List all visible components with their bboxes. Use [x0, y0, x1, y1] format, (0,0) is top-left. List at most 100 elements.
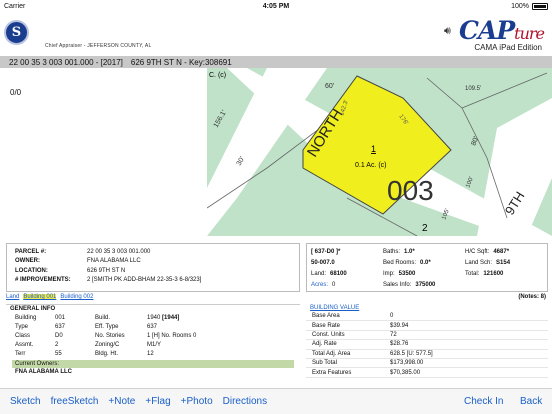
add-photo-button[interactable]: +Photo [181, 396, 213, 407]
parcel-row: LOCATION: 626 9TH ST N [15, 266, 291, 276]
parcel-row: PARCEL #: 22 00 35 3 003 001.000 [15, 247, 291, 257]
tab-building-001[interactable]: Building 001 [23, 294, 57, 300]
eff-year: [1944] [162, 314, 180, 321]
general-info-panel: GENERAL INFO Building 001 Build. 1940 [1944… [6, 304, 300, 388]
address-key-label: 626 9TH ST N - Key:308691 [130, 57, 232, 67]
speaker-icon[interactable]: 🔊︎ [444, 25, 456, 37]
general-cell: Build. [95, 314, 111, 321]
zone-value: 50-007.0 [311, 259, 335, 266]
build-year: 1940 [147, 314, 161, 321]
block-label: 003 [387, 175, 434, 206]
parcel-row-key: OWNER: [15, 258, 40, 265]
acres-value: 0 [332, 281, 336, 288]
parcel-summary: PARCEL #: 22 00 35 3 003 001.000 OWNER: FN… [6, 243, 300, 292]
parcel-details: PARCEL #: 22 00 35 3 003 001.000 OWNER: FN… [0, 240, 552, 388]
building-row: Const. Units 72 [306, 331, 548, 341]
parcel-title-bar: 22 00 35 3 003 001.000 - [2017] 626 9TH … [0, 56, 552, 68]
logo-letter: S [11, 25, 22, 40]
parcel-row-key: LOCATION: [15, 267, 48, 274]
baths-label: Baths: [383, 248, 401, 255]
hc-label: H/C Sqft: [465, 248, 490, 255]
parcel-row-value: 626 9TH ST N [87, 267, 126, 274]
building-row: Extra Features $70,385.00 [306, 368, 548, 378]
building-row: Base Rate $39.94 [306, 321, 548, 331]
total-value: 121600 [483, 270, 504, 277]
general-cell: D0 [55, 332, 63, 339]
general-value: 12 [147, 351, 154, 358]
parcel-row-value: 2 [SMITH PK ADD-BHAM 22-35-3 6-8/323] [87, 277, 202, 284]
notes-count[interactable]: (Notes: 8) [518, 294, 546, 300]
current-owners-header: Current Owners: [12, 359, 294, 368]
battery-icon [532, 2, 548, 10]
tab-building-002[interactable]: Building 002 [60, 294, 93, 300]
parcel-map[interactable]: C. (c) NORTH 9TH 003 1 0.1 Ac. (c) 2 156… [207, 68, 552, 236]
freesketch-button[interactable]: freeSketch [51, 396, 99, 407]
acreage-label: 0.1 Ac. (c) [355, 162, 387, 169]
building-value-panel: BUILDING VALUE Base Area 0 Base Rate $39.9… [306, 304, 548, 388]
general-cell: Class [15, 332, 31, 339]
bottom-toolbar: Sketch freeSketch +Note +Flag +Photo Dir… [0, 388, 552, 414]
general-value: 1 [H] No. Rooms 0 [147, 332, 197, 339]
general-cell: 2 [55, 342, 59, 349]
parcel-year-label: 22 00 35 3 003 001.000 - [2017] [9, 57, 123, 67]
building-row-label: Extra Features [312, 369, 352, 376]
parcel-row-key: PARCEL #: [15, 248, 47, 255]
carrier-label: Carrier [4, 2, 26, 10]
imp-label: Imp: [383, 270, 395, 277]
sales-info-field[interactable]: Sales Info: 375000 [383, 280, 465, 289]
building-row-label: Sub Total [312, 360, 337, 367]
sch-label: Land Sch: [465, 259, 493, 266]
map-canvas[interactable]: C. (c) NORTH 9TH 003 1 0.1 Ac. (c) 2 156… [207, 68, 552, 236]
owner-name: FNA ALABAMA LLC [15, 369, 72, 376]
county-seal-icon[interactable]: S [4, 20, 29, 45]
general-cell: 55 [55, 351, 62, 358]
general-value: M1/Y [147, 342, 162, 349]
building-value-title[interactable]: BUILDING VALUE [306, 304, 548, 312]
status-bar: Carrier 4:05 PM 100% [0, 0, 552, 12]
sales-label: Sales Info: [383, 281, 412, 288]
general-info-title: GENERAL INFO [10, 306, 56, 312]
total-label: Total: [465, 270, 480, 277]
back-button[interactable]: Back [520, 396, 542, 407]
brand-wordmark: CAPture [459, 16, 545, 45]
general-cell: Bldg. Ht. [95, 351, 119, 358]
brand-script: ture [514, 24, 545, 43]
lot-label: 1 [371, 144, 376, 154]
general-value: 1940 [1944] [147, 315, 300, 321]
sales-value: 375000 [415, 281, 436, 288]
general-cell: Zoning/C [95, 342, 120, 349]
add-flag-button[interactable]: +Flag [145, 396, 170, 407]
dimension-label: 80' [470, 136, 480, 147]
tab-land[interactable]: Land [6, 294, 19, 300]
land-value-field: Land: 68100 [311, 269, 383, 278]
general-cell: 001 [55, 314, 66, 321]
general-row: Building 001 Build. 1940 [1944] [6, 313, 300, 322]
acres-field[interactable]: Acres: 0 [311, 280, 383, 289]
sketch-button[interactable]: Sketch [10, 396, 41, 407]
zone-code: 50-007.0 [311, 258, 383, 267]
general-value: 637 [147, 323, 158, 330]
directions-button[interactable]: Directions [223, 396, 267, 407]
dimension-label: 60' [325, 83, 334, 90]
parcel-row: # IMPROVEMENTS: 2 [SMITH PK ADD-BHAM 22-3… [15, 276, 291, 286]
land-label: Land: [311, 270, 327, 277]
building-row-label: Base Rate [312, 322, 341, 329]
dimension-label: 100' [465, 176, 475, 189]
acres-label[interactable]: Acres: [311, 282, 328, 288]
land-schedule-field: Land Sch: S154 [465, 258, 545, 267]
general-cell: 637 [55, 323, 66, 330]
brand-main: CAP [459, 16, 515, 45]
general-cell: Assmt. [15, 342, 34, 349]
add-note-button[interactable]: +Note [108, 396, 135, 407]
dimension-label: 109.5' [465, 86, 481, 92]
building-row-value: $39.94 [390, 322, 409, 329]
building-row-label: Base Area [312, 313, 340, 320]
section-tabs: Land Building 001 Building 002 [6, 294, 93, 300]
building-row-value: 628.5 [U: 577.5] [390, 350, 433, 357]
check-in-button[interactable]: Check In [464, 396, 503, 407]
building-row-value: 72 [390, 331, 397, 338]
general-cell: Terr [15, 351, 26, 358]
general-row: Terr 55 Bldg. Ht. 12 [6, 350, 300, 359]
general-cell: Eff. Type [95, 323, 119, 330]
building-row: Base Area 0 [306, 312, 548, 322]
